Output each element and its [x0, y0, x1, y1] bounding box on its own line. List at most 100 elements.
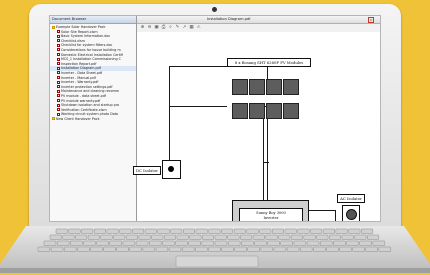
keyboard-key	[83, 240, 96, 246]
keyboard-key	[81, 228, 94, 234]
keyboard-key	[189, 234, 202, 240]
zoom-in-icon[interactable]: ⊕	[140, 25, 145, 30]
keyboard-key	[37, 246, 51, 252]
keyboard-key	[326, 246, 339, 252]
keyboard-key	[195, 246, 208, 252]
inverter: Sunny Boy 3000 Inverter	[232, 200, 309, 221]
keyboard-key	[273, 246, 287, 252]
keyboard-key	[70, 240, 83, 246]
keyboard-key	[252, 234, 265, 240]
keyboard-key	[293, 240, 307, 246]
laptop-keyboard-deck	[0, 224, 430, 275]
trackpad[interactable]	[175, 255, 259, 268]
keyboard-key	[142, 246, 156, 252]
keyboard-key	[62, 234, 75, 240]
fit-page-icon[interactable]: ▣	[154, 25, 159, 30]
tree-item-label: PV module warranty.pdf	[61, 98, 101, 103]
document-tab-bar: Installation Diagram.pdf ×	[137, 16, 380, 24]
keyboard-key	[267, 240, 280, 246]
keyboard-key	[278, 234, 291, 240]
keyboard-key	[227, 234, 240, 240]
keyboard-key	[361, 228, 374, 234]
tree-item-label: Inverter protection settings.pdf	[61, 84, 113, 89]
tree-panel-title: Document Browser	[50, 16, 136, 24]
keyboard-key	[135, 240, 149, 246]
keyboard-key	[50, 246, 64, 252]
keyboard-key	[49, 234, 62, 240]
print-icon[interactable]: ⎙	[161, 25, 166, 30]
keyboard-key	[170, 228, 183, 234]
tree-item-label: New Client Handover Pack	[56, 116, 100, 121]
wire	[307, 210, 335, 211]
keyboard-key	[352, 246, 365, 252]
keyboard-key	[359, 240, 372, 246]
keyboard-key	[195, 228, 208, 234]
document-icon	[57, 103, 60, 107]
keyboard-key	[259, 228, 272, 234]
tree-item-label: Installation Diagram.pdf	[61, 66, 101, 71]
keyboard-key	[297, 228, 310, 234]
laptop-screen: Document Browser Example Solar Handover …	[49, 15, 381, 222]
document-tab[interactable]: Installation Diagram.pdf	[207, 16, 250, 23]
keyboard-key	[132, 228, 145, 234]
keyboard-key	[365, 246, 378, 252]
search-icon[interactable]: ⌕	[168, 25, 173, 30]
keyboard-key	[316, 234, 329, 240]
pv-modules-label: 8 x Bosang SHT 6260F PV Modules	[227, 58, 311, 67]
tree-item-label: Inspection Report.pdf	[61, 61, 97, 66]
keyboard-key	[254, 240, 267, 246]
keyboard-key	[182, 228, 195, 234]
keyboard-key	[286, 246, 300, 252]
folder-icon	[52, 25, 55, 29]
document-icon	[57, 80, 60, 84]
keyboard-key	[113, 234, 126, 240]
keyboard-key	[129, 246, 142, 252]
keyboard-key	[378, 246, 392, 252]
dc-isolator-label: DC Isolator	[133, 166, 161, 175]
keyboard-key	[157, 228, 170, 234]
isolator-switch-icon	[168, 166, 174, 172]
keyboard-key	[202, 234, 215, 240]
keyboard-key	[322, 228, 335, 234]
keyboard-key	[333, 240, 346, 246]
document-icon	[57, 62, 60, 66]
document-icon	[57, 71, 60, 75]
keyboard-key	[313, 246, 326, 252]
pen-icon[interactable]: ✎	[175, 25, 180, 30]
pv-module	[283, 79, 299, 95]
keyboard-key	[75, 234, 88, 240]
zoom-out-icon[interactable]: ⊖	[147, 25, 152, 30]
tree-item-label: Domestic Electrical Installation Certifi	[61, 52, 124, 57]
keyboard-illustration	[0, 226, 430, 273]
document-icon	[57, 85, 60, 89]
close-icon[interactable]: ×	[368, 17, 374, 23]
keyboard-key	[155, 246, 169, 252]
keyboard-key	[176, 234, 189, 240]
pv-module	[249, 79, 265, 95]
tree-item-label: MCS_1 Installation Commissioning C	[61, 57, 121, 62]
arrow-icon[interactable]: ↗	[182, 25, 187, 30]
document-icon	[57, 94, 60, 98]
inverter-type: Inverter	[263, 216, 279, 220]
stamp-icon[interactable]: ▦	[189, 25, 194, 30]
keyboard-key	[265, 234, 278, 240]
tree-item-label: Considerations for house building m	[61, 47, 121, 52]
keyboard-key	[87, 234, 100, 240]
keyboard-key	[90, 246, 103, 252]
keyboard-key	[310, 228, 323, 234]
isolator-switch-icon	[346, 209, 357, 220]
tree-item-label: Checklist for system fitters.doc	[61, 43, 113, 48]
warning-icon[interactable]: ⚠	[196, 25, 201, 30]
pv-module	[249, 103, 265, 119]
keyboard-key	[56, 240, 70, 246]
tree-item-label: Checklist.xlsm	[61, 38, 85, 43]
keyboard-key	[163, 234, 176, 240]
document-icon	[57, 99, 60, 102]
document-icon	[57, 66, 60, 70]
tree-folder[interactable]: New Client Handover Pack	[50, 117, 136, 122]
keyboard-key	[328, 234, 341, 240]
tree-item-label: Maintenance and cleaning recomm	[61, 89, 120, 94]
keyboard-key	[125, 234, 138, 240]
document-icon	[57, 30, 60, 34]
keyboard-key	[68, 228, 81, 234]
